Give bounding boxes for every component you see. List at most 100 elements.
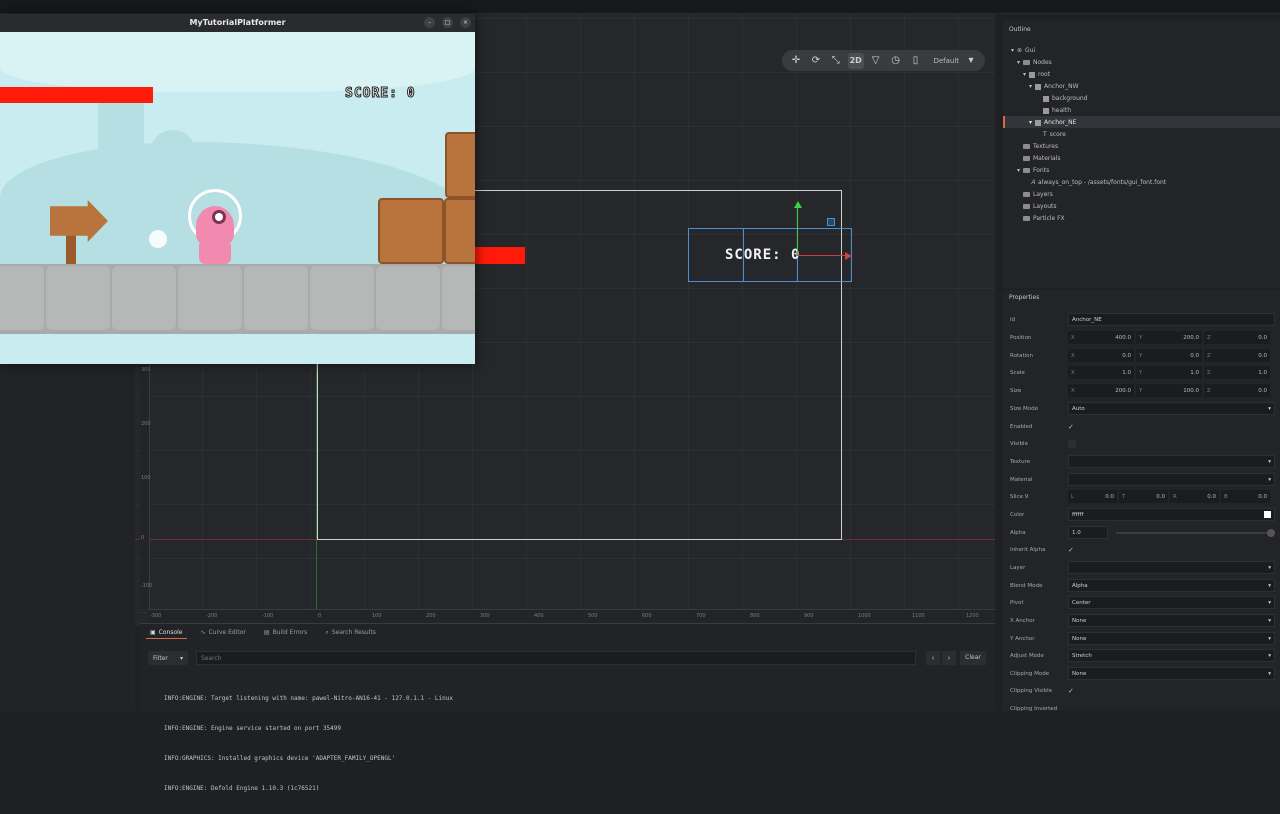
tree-item-anchor-nw[interactable]: ▾ Anchor_NW	[1029, 81, 1079, 92]
tree-item-materials[interactable]: Materials	[1023, 153, 1061, 164]
tree-item-score[interactable]: Tscore	[1043, 129, 1066, 140]
rotation-x-field[interactable]: X 0.0	[1068, 349, 1134, 362]
tree-item-layers[interactable]: Layers	[1023, 189, 1053, 200]
game-window-titlebar[interactable]: MyTutorialPlatformer	[0, 14, 475, 32]
tree-item-particle-fx[interactable]: Particle FX	[1023, 213, 1065, 224]
size-z-field[interactable]: Z 0.0	[1204, 384, 1270, 397]
rotate-tool-icon[interactable]: ⟳	[808, 53, 824, 69]
x-anchor-dropdown[interactable]: None ▾	[1068, 614, 1275, 627]
rotation-z-field[interactable]: Z 0.0	[1204, 349, 1270, 362]
health-bar-node[interactable]	[475, 247, 525, 264]
chevron-down-icon: ▾	[1268, 670, 1271, 677]
slice9-top-field[interactable]: T 0.0	[1119, 490, 1168, 503]
slice9-right-field[interactable]: R 0.0	[1170, 490, 1219, 503]
next-icon[interactable]: ›	[942, 651, 956, 665]
id-field[interactable]: Anchor_NE	[1068, 313, 1275, 326]
pivot-dropdown[interactable]: Center ▾	[1068, 596, 1275, 609]
clear-button[interactable]: Clear	[960, 651, 986, 665]
tab-build-errors[interactable]: ▤ Build Errors	[260, 627, 311, 638]
move-tool-icon[interactable]: ✛	[788, 53, 804, 69]
score-text-node[interactable]: SCORE: 0	[725, 247, 800, 263]
enabled-checkbox[interactable]: ✓	[1068, 423, 1074, 431]
previous-icon[interactable]: ‹	[926, 651, 940, 665]
ground-stone	[310, 266, 374, 330]
tree-item-layouts[interactable]: Layouts	[1023, 201, 1057, 212]
device-icon[interactable]: ▯	[908, 53, 924, 69]
position-z-field[interactable]: Z 0.0	[1204, 331, 1270, 344]
tab-console[interactable]: ▣ Console	[146, 627, 187, 639]
ruler-tick-label: 300	[141, 367, 151, 373]
outline-panel: Outline ▾ ⊛ Gui ▾ Nodes ▾ root ▾ Anchor_NW ba…	[1003, 20, 1280, 288]
clipping-mode-dropdown[interactable]: None ▾	[1068, 667, 1275, 680]
tree-item-root[interactable]: ▾ root	[1023, 69, 1050, 80]
chevron-down-icon[interactable]: ▾	[963, 53, 979, 69]
blend-mode-dropdown[interactable]: Alpha ▾	[1068, 579, 1275, 592]
prop-rotation: Rotation X 0.0 Y 0.0 Z 0.0	[1010, 348, 1275, 363]
prop-alpha: Alpha 1.0	[1010, 525, 1275, 540]
move-gizmo-x-arrow[interactable]	[797, 255, 847, 256]
move-gizmo-x-arrowhead-icon[interactable]	[845, 252, 852, 260]
color-field[interactable]: ffffff	[1068, 508, 1275, 521]
position-y-field[interactable]: Y 200.0	[1136, 331, 1202, 344]
camera-icon[interactable]: ◷	[888, 53, 904, 69]
slice9-left-field[interactable]: L 0.0	[1068, 490, 1117, 503]
prop-layer: Layer ▾	[1010, 560, 1275, 575]
filter-icon[interactable]: ▽	[868, 53, 884, 69]
tree-item-background[interactable]: background	[1043, 93, 1088, 104]
move-gizmo-y-arrow[interactable]	[797, 206, 798, 256]
scale-x-field[interactable]: X 1.0	[1068, 366, 1134, 379]
layout-dropdown[interactable]: Default	[933, 57, 959, 65]
tree-item-nodes[interactable]: ▾ Nodes	[1017, 57, 1052, 68]
console-search-input[interactable]	[196, 651, 916, 665]
alpha-slider[interactable]	[1116, 528, 1275, 537]
layer-dropdown[interactable]: ▾	[1068, 561, 1275, 574]
ruler-tick-label: 900	[804, 613, 814, 619]
curve-icon: ∿	[200, 629, 206, 636]
scale-tool-icon[interactable]: ⤡	[828, 53, 844, 69]
move-gizmo-y-arrowhead-icon[interactable]	[794, 201, 802, 208]
scale-y-field[interactable]: Y 1.0	[1136, 366, 1202, 379]
position-x-field[interactable]: X 400.0	[1068, 331, 1134, 344]
console-line: INFO:ENGINE: Target listening with name:…	[164, 695, 453, 702]
box-node-icon	[1035, 83, 1042, 90]
maximize-icon[interactable]: □	[442, 17, 453, 28]
visible-checkbox[interactable]	[1068, 439, 1076, 448]
y-anchor-dropdown[interactable]: None ▾	[1068, 632, 1275, 645]
rotation-y-field[interactable]: Y 0.0	[1136, 349, 1202, 362]
alpha-field[interactable]: 1.0	[1068, 526, 1108, 539]
filter-dropdown[interactable]: Filter ▾	[148, 651, 188, 665]
close-icon[interactable]: ×	[460, 17, 471, 28]
size-y-field[interactable]: Y 100.0	[1136, 384, 1202, 397]
score-label: SCORE: 0	[345, 86, 416, 102]
prop-label: Y Anchor	[1010, 635, 1035, 642]
minimize-icon[interactable]: –	[424, 17, 435, 28]
tab-curve-editor[interactable]: ∿ Curve Editor	[197, 627, 250, 638]
game-canvas[interactable]: SCORE: 0	[0, 32, 475, 364]
game-window[interactable]: MyTutorialPlatformer – □ × SCORE: 0	[0, 14, 475, 364]
texture-dropdown[interactable]: ▾	[1068, 455, 1275, 468]
adjust-mode-dropdown[interactable]: Stretch ▾	[1068, 649, 1275, 662]
tree-item-textures[interactable]: Textures	[1023, 141, 1058, 152]
color-swatch[interactable]	[1264, 511, 1271, 518]
mode-2d-button[interactable]: 2D	[847, 52, 864, 69]
tree-item-font-resource[interactable]: 𝐴always_on_top - /assets/fonts/gui_font.…	[1031, 177, 1166, 188]
prop-clipping-inverted: Clipping Inverted	[1010, 701, 1275, 716]
size-x-field[interactable]: X 200.0	[1068, 384, 1134, 397]
scale-z-field[interactable]: Z 1.0	[1204, 366, 1270, 379]
alpha-slider-handle[interactable]	[1267, 528, 1275, 537]
tree-item-fonts[interactable]: ▾ Fonts	[1017, 165, 1049, 176]
prop-pivot: Pivot Center ▾	[1010, 595, 1275, 610]
inherit-alpha-checkbox[interactable]: ✓	[1068, 546, 1074, 554]
tree-item-gui[interactable]: ▾ ⊛ Gui	[1011, 45, 1035, 56]
tree-item-anchor-ne[interactable]: ▾ Anchor_NE	[1029, 117, 1076, 128]
game-window-title: MyTutorialPlatformer	[189, 18, 286, 27]
sky-cloud	[0, 32, 475, 92]
chevron-down-icon: ▾	[1268, 476, 1271, 483]
slice9-bottom-field[interactable]: B 0.0	[1221, 490, 1270, 503]
material-dropdown[interactable]: ▾	[1068, 473, 1275, 486]
clipping-visible-checkbox[interactable]: ✓	[1068, 687, 1074, 695]
move-gizmo-plane-handle[interactable]	[827, 218, 835, 226]
tree-item-health[interactable]: health	[1043, 105, 1071, 116]
size-mode-dropdown[interactable]: Auto ▾	[1068, 402, 1275, 415]
tab-search-results[interactable]: ⌕ Search Results	[321, 627, 380, 639]
